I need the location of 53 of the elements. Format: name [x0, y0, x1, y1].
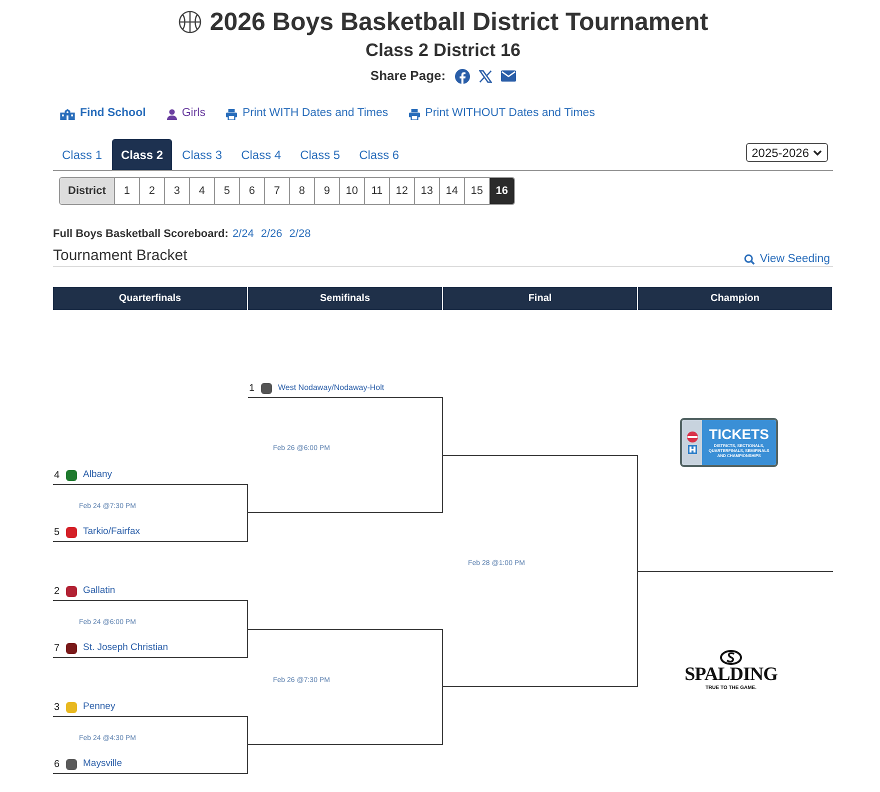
- scoreboard-date-link[interactable]: 2/24: [232, 226, 254, 242]
- class-tab[interactable]: Class 4: [232, 139, 290, 170]
- chevron-down-icon: [813, 150, 822, 156]
- facebook-icon[interactable]: [454, 68, 470, 84]
- class-tab[interactable]: Class 2: [112, 139, 172, 170]
- seed-number: 4: [54, 468, 60, 482]
- scoreboard-date-link[interactable]: 2/26: [260, 226, 282, 242]
- team-name-link[interactable]: Tarkio/Fairfax: [83, 524, 140, 540]
- class-tab[interactable]: Class 6: [350, 139, 408, 170]
- school-icon: [60, 108, 75, 120]
- seed-number: 6: [54, 758, 60, 772]
- view-seeding-link[interactable]: View Seeding: [744, 250, 830, 268]
- seed-number: 3: [54, 700, 60, 714]
- envelope-icon[interactable]: [500, 70, 516, 82]
- district-tab[interactable]: 16: [488, 178, 514, 204]
- toolbar-link[interactable]: Girls: [166, 105, 206, 123]
- printer-icon: [409, 108, 420, 120]
- round-header: Champion: [638, 287, 833, 310]
- seed-number: 2: [54, 584, 60, 598]
- page-subtitle: Class 2 District 16: [365, 40, 521, 60]
- team-name-link[interactable]: Gallatin: [83, 584, 116, 598]
- toolbar-link[interactable]: Find School: [60, 105, 146, 123]
- scoreboard-label: Full Boys Basketball Scoreboard:: [53, 226, 228, 242]
- person-icon: [166, 108, 177, 120]
- seed-number: 1: [249, 382, 255, 396]
- district-label: District: [60, 178, 114, 204]
- page-title: 2026 Boys Basketball District Tournament: [210, 7, 708, 37]
- spalding-ball-icon: [720, 650, 742, 665]
- tickets-title: TICKETS: [709, 427, 769, 442]
- season-select[interactable]: 2025-2026: [746, 143, 828, 162]
- printer-icon: [226, 108, 238, 120]
- team-name-link[interactable]: St. Joseph Christian: [83, 640, 168, 656]
- round-header: Final: [443, 287, 638, 310]
- seed-number: 5: [54, 526, 60, 540]
- team-name-link[interactable]: Penney: [83, 700, 116, 714]
- team-name-link[interactable]: Albany: [83, 468, 112, 482]
- class-tab[interactable]: Class 3: [173, 139, 232, 170]
- spalding-logo: SPALDING: [684, 665, 778, 685]
- x-icon[interactable]: [478, 70, 492, 82]
- seed-number: 7: [54, 642, 60, 656]
- round-header: Quarterfinals: [53, 287, 248, 310]
- section-title: Tournament Bracket: [53, 246, 188, 266]
- team-name-link[interactable]: Maysville: [83, 756, 122, 772]
- scoreboard-date-link[interactable]: 2/28: [289, 226, 311, 242]
- class-tab[interactable]: Class 5: [291, 139, 350, 170]
- team-name-link[interactable]: West Nodaway/Nodaway-Holt: [278, 382, 384, 394]
- search-icon: [744, 254, 755, 265]
- share-label: Share Page:: [370, 67, 446, 86]
- class-tab[interactable]: Class 1: [53, 139, 112, 170]
- basketball-icon: [178, 10, 202, 34]
- round-header: Semifinals: [248, 287, 443, 310]
- toolbar-link[interactable]: Print WITH Dates and Times: [226, 105, 388, 123]
- toolbar-link[interactable]: Print WITHOUT Dates and Times: [409, 105, 595, 123]
